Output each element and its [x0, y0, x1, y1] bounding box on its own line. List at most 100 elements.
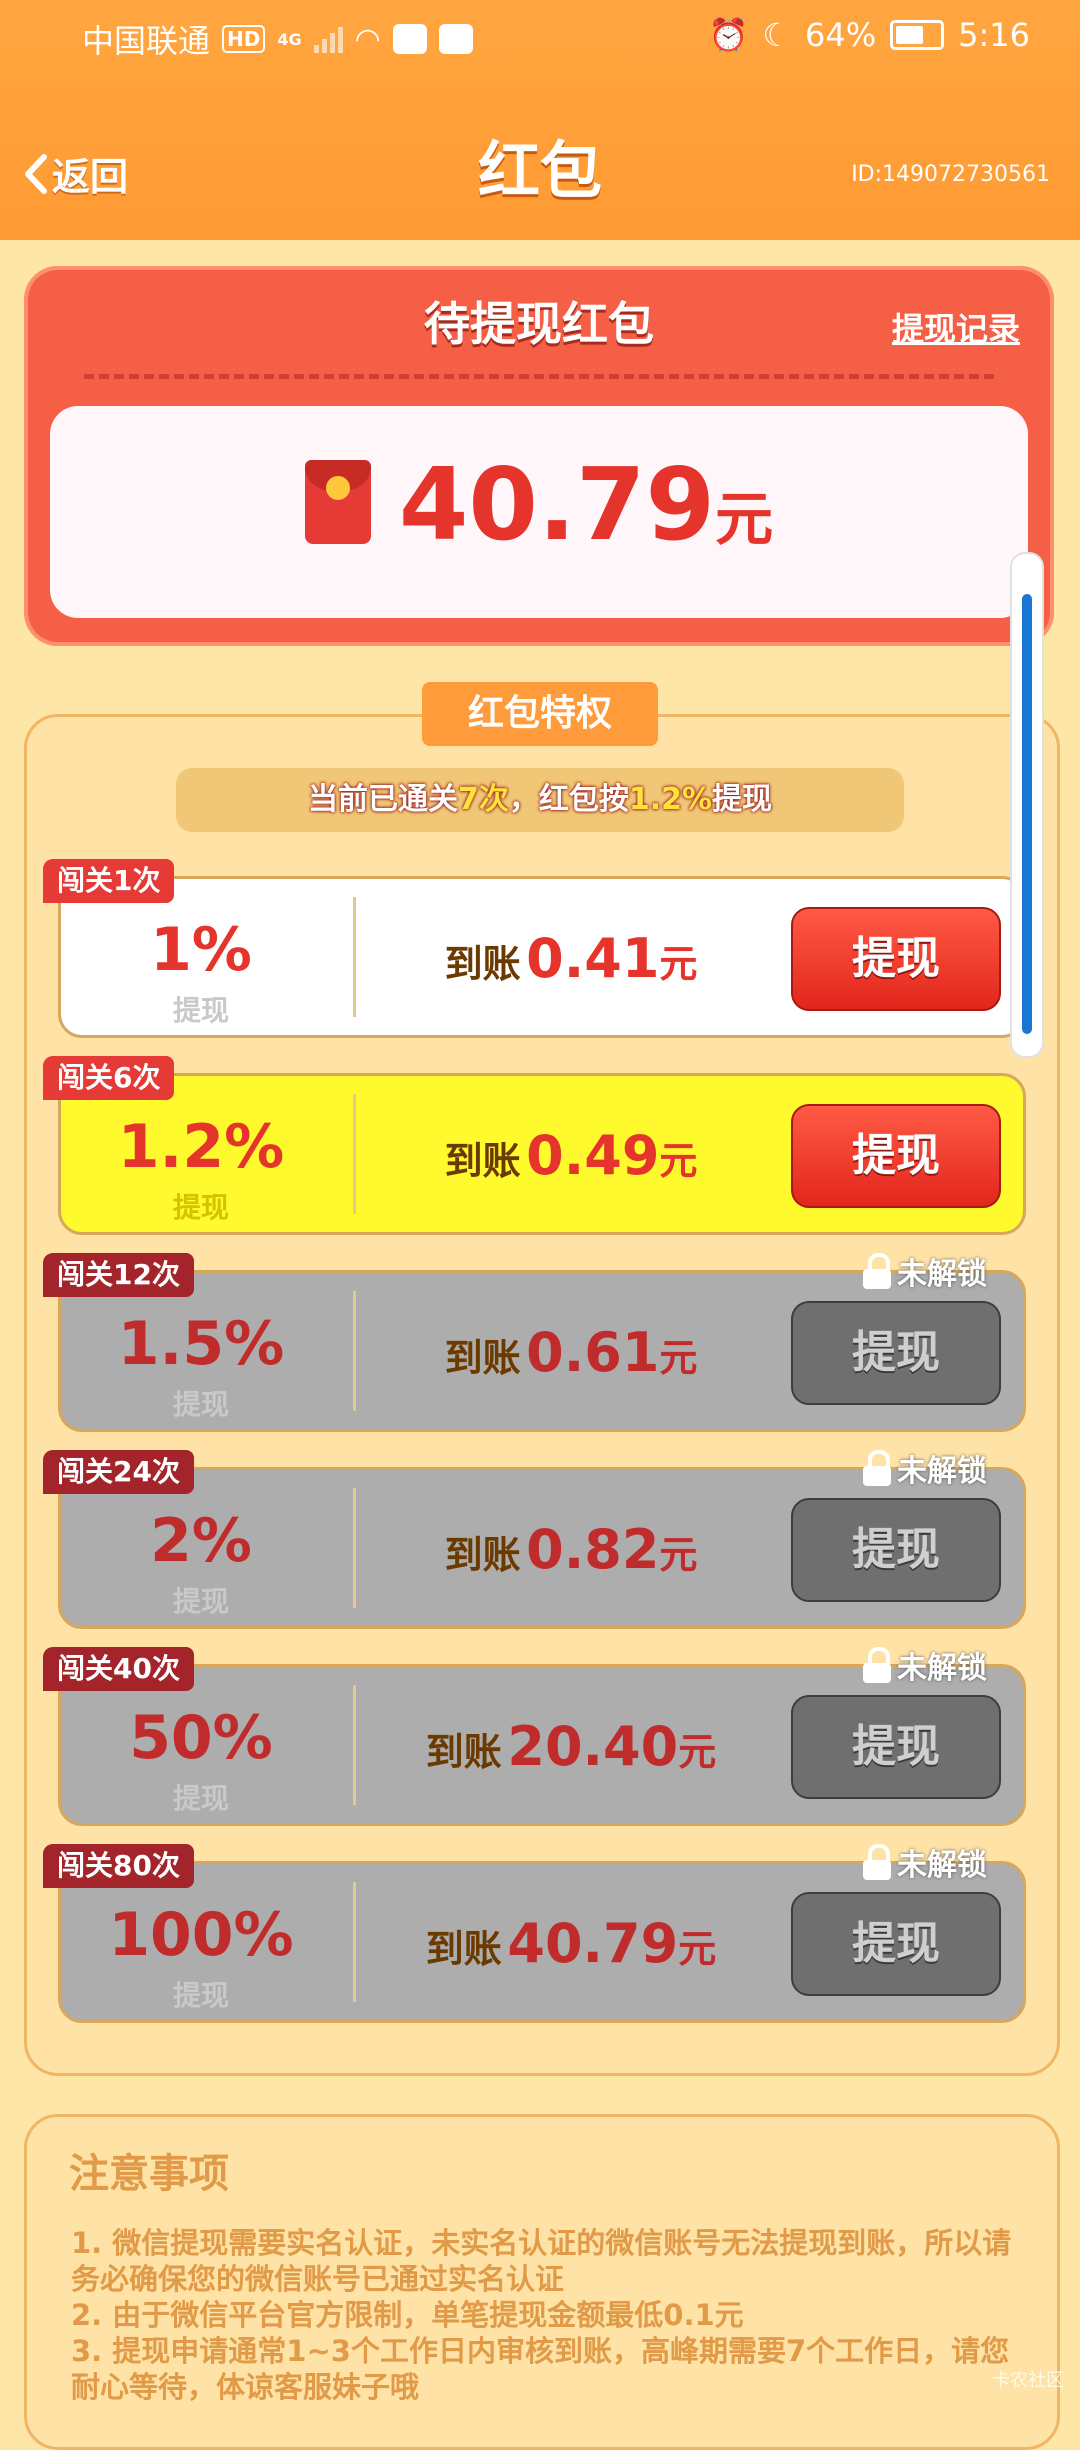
- lock-icon: [863, 1253, 891, 1289]
- tier-divider: [353, 1685, 356, 1805]
- tier-row: 闯关1次 1% 提现 到账 0.41元 提现: [43, 859, 1026, 1038]
- arrive-amount: 40.79: [507, 1912, 679, 1975]
- withdraw-button[interactable]: 提现: [791, 907, 1001, 1011]
- message-icon: [392, 24, 427, 54]
- tier-percent: 1%: [150, 915, 252, 985]
- arrive-amount: 0.41: [526, 927, 660, 990]
- withdraw-record-link[interactable]: 提现记录: [892, 304, 1020, 350]
- privilege-tab: 红包特权: [422, 682, 658, 746]
- wifi-icon: ◠: [354, 21, 381, 57]
- withdraw-button[interactable]: 提现: [791, 1104, 1001, 1208]
- tier-percent-sub: 提现: [172, 1979, 229, 2012]
- arrive-label: 到账: [425, 1730, 502, 1774]
- tier-row: 闯关24次 未解锁 2% 提现 到账 0.82元 提现: [43, 1450, 1026, 1629]
- tier-arrive: 到账 20.40元: [361, 1715, 781, 1778]
- tier-arrive: 到账 0.61元: [361, 1321, 781, 1384]
- tier-divider: [353, 1094, 356, 1214]
- withdraw-button[interactable]: 提现: [791, 1695, 1001, 1799]
- tier-arrive: 到账 40.79元: [361, 1912, 781, 1975]
- notes-body: 1. 微信提现需要实名认证，未实名认证的微信账号无法提现到账，所以请务必确保您的…: [71, 2225, 1031, 2405]
- arrive-label: 到账: [425, 1927, 502, 1971]
- note-prefix: 当前已通关: [307, 782, 458, 817]
- locked-badge: 未解锁: [863, 1643, 987, 1687]
- locked-badge: 未解锁: [863, 1249, 987, 1293]
- red-envelope-icon: [304, 459, 371, 544]
- carrier-name: 中国联通: [82, 22, 211, 60]
- locked-label: 未解锁: [897, 1848, 987, 1883]
- notes-title: 注意事项: [69, 2151, 229, 2197]
- signal-icon: [313, 25, 343, 53]
- watermark: 卡农社区: [992, 2370, 1064, 2391]
- tier-row: 闯关6次 1.2% 提现 到账 0.49元 提现: [43, 1056, 1026, 1235]
- tier-row: 闯关40次 未解锁 50% 提现 到账 20.40元 提现: [43, 1647, 1026, 1826]
- tier-divider: [353, 1882, 356, 2002]
- arrive-amount: 0.82: [526, 1518, 660, 1581]
- tier-row: 闯关80次 未解锁 100% 提现 到账 40.79元 提现: [43, 1844, 1026, 2023]
- user-id: ID:149072730561: [851, 162, 1050, 187]
- locked-badge: 未解锁: [863, 1446, 987, 1490]
- tier-percent: 50%: [129, 1703, 273, 1773]
- moon-icon: ☾: [762, 16, 792, 54]
- tier-percent: 100%: [108, 1900, 294, 1970]
- notes-line-3: 3. 提现申请通常1~3个工作日内审核到账，高峰期需要7个工作日，请您耐心等待，…: [71, 2334, 1010, 2404]
- tier-arrive: 到账 0.41元: [361, 927, 781, 990]
- scrollbar-thumb[interactable]: [1022, 594, 1032, 1034]
- tier-percent: 1.5%: [117, 1309, 285, 1379]
- lock-icon: [863, 1647, 891, 1683]
- dashed-divider: [84, 374, 994, 379]
- withdraw-button[interactable]: 提现: [791, 1301, 1001, 1405]
- pending-amount: 40.79元: [50, 446, 1028, 563]
- tier-tag: 闯关1次: [43, 859, 175, 903]
- tier-divider: [353, 897, 356, 1017]
- tier-arrive: 到账 0.82元: [361, 1518, 781, 1581]
- clock-time: 5:16: [958, 16, 1030, 54]
- notes-line-1: 1. 微信提现需要实名认证，未实名认证的微信账号无法提现到账，所以请务必确保您的…: [71, 2226, 1012, 2296]
- alarm-icon: ⏰: [708, 16, 749, 54]
- locked-badge: 未解锁: [863, 1840, 987, 1884]
- progress-note: 当前已通关7次，红包按1.2%提现: [176, 768, 904, 832]
- tier-percent-sub: 提现: [172, 1388, 229, 1421]
- locked-label: 未解锁: [897, 1454, 987, 1489]
- withdraw-button[interactable]: 提现: [791, 1892, 1001, 1996]
- tier-row: 闯关12次 未解锁 1.5% 提现 到账 0.61元 提现: [43, 1253, 1026, 1432]
- tier-tag: 闯关24次: [43, 1450, 194, 1494]
- tier-tag: 闯关80次: [43, 1844, 194, 1888]
- arrive-amount: 20.40: [507, 1715, 679, 1778]
- notes-line-2: 2. 由于微信平台官方限制，单笔提现金额最低0.1元: [71, 2298, 744, 2332]
- note-rate: 1.2%: [628, 782, 713, 817]
- arrive-currency: 元: [659, 1139, 698, 1183]
- arrive-amount: 0.61: [526, 1321, 660, 1384]
- amount-box: 40.79元: [50, 406, 1028, 618]
- tier-percent-sub: 提现: [172, 1782, 229, 1815]
- message-icon-2: [438, 24, 473, 54]
- header-bar: 中国联通 HD 4G ◠ ⏰ ☾ 64% 5:16 返回 红包 ID:14907…: [0, 0, 1080, 240]
- arrive-label: 到账: [444, 1533, 521, 1577]
- tier-percent-sub: 提现: [172, 1191, 229, 1224]
- arrive-amount: 0.49: [526, 1124, 660, 1187]
- locked-label: 未解锁: [897, 1651, 987, 1686]
- tier-divider: [353, 1291, 356, 1411]
- tier-tag: 闯关12次: [43, 1253, 194, 1297]
- scrollbar[interactable]: [1010, 552, 1044, 1058]
- tier-divider: [353, 1488, 356, 1608]
- arrive-currency: 元: [678, 1730, 717, 1774]
- tier-tag: 闯关40次: [43, 1647, 194, 1691]
- lock-icon: [863, 1450, 891, 1486]
- battery-percent: 64%: [805, 16, 877, 54]
- locked-label: 未解锁: [897, 1257, 987, 1292]
- arrive-label: 到账: [444, 1336, 521, 1380]
- amount-unit: 元: [715, 485, 774, 553]
- arrive-currency: 元: [659, 942, 698, 986]
- network-type: 4G: [277, 29, 302, 49]
- tier-arrive: 到账 0.49元: [361, 1124, 781, 1187]
- amount-value: 40.79: [398, 446, 716, 563]
- note-count: 7次: [457, 782, 509, 817]
- arrive-currency: 元: [659, 1336, 698, 1380]
- tier-percent-sub: 提现: [172, 1585, 229, 1618]
- withdraw-button[interactable]: 提现: [791, 1498, 1001, 1602]
- tier-tag: 闯关6次: [43, 1056, 175, 1100]
- battery-icon: [890, 20, 945, 50]
- tier-percent: 2%: [150, 1506, 252, 1576]
- arrive-label: 到账: [444, 1139, 521, 1183]
- pending-redpacket-card: 待提现红包 提现记录 40.79元: [24, 266, 1054, 646]
